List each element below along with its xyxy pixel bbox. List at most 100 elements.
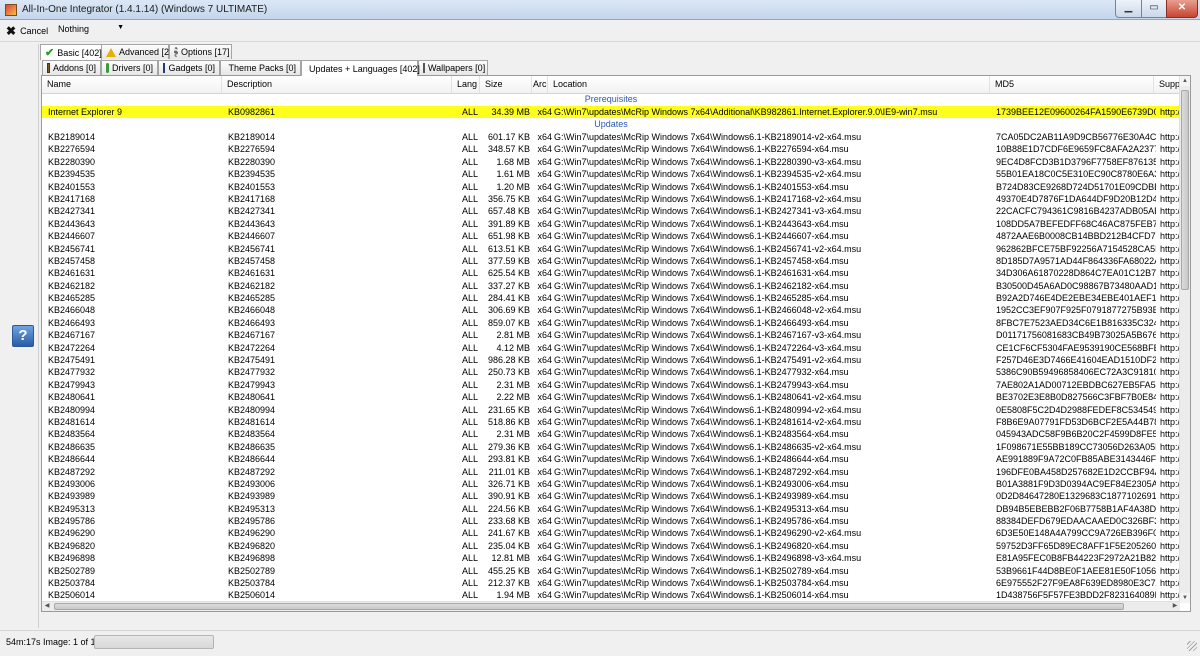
table-row[interactable]: KB2394535 KB2394535 ALL 1.61 MB x64 G:\Win7\u… — [42, 168, 1180, 180]
cancel-button[interactable]: ✖ Cancel — [6, 24, 48, 38]
table-row[interactable]: KB2481614 KB2481614 ALL 518.86 KB x64 G:\Win7… — [42, 416, 1180, 428]
close-button[interactable]: ✕ — [1166, 0, 1198, 18]
table-row[interactable]: KB2493006 KB2493006 ALL 326.71 KB x64 G:\Win7… — [42, 478, 1180, 490]
cell-location: G:\Win7\updates\McRip Windows 7x64\Windo… — [554, 540, 849, 551]
tab-theme-packs[interactable]: Theme Packs [0] — [220, 60, 301, 75]
table-row[interactable]: KB2479943 KB2479943 ALL 2.31 MB x64 G:\Win7\u… — [42, 379, 1180, 391]
table-row[interactable]: KB2496820 KB2496820 ALL 235.04 KB x64 G:\Win7… — [42, 540, 1180, 552]
cell-md5: 9EC4D8FCD3B1D3796F7758EF8761357C — [996, 156, 1156, 167]
table-row[interactable]: KB2461631 KB2461631 ALL 625.54 KB x64 G:\Win7… — [42, 267, 1180, 279]
table-row[interactable]: KB2487292 KB2487292 ALL 211.01 KB x64 G:\Win7… — [42, 466, 1180, 478]
cell-support: http:// — [1160, 379, 1180, 390]
resize-grip-icon[interactable] — [1187, 641, 1197, 651]
table-row[interactable]: KB2480641 KB2480641 ALL 2.22 MB x64 G:\Win7\u… — [42, 391, 1180, 403]
cell-support: http:// — [1160, 131, 1180, 142]
column-header-arc[interactable]: Arc — [528, 76, 548, 93]
table-row[interactable]: KB2456741 KB2456741 ALL 613.51 KB x64 G:\Win7… — [42, 243, 1180, 255]
cell-lang: ALL — [461, 243, 478, 254]
tab-gadgets[interactable]: Gadgets [0] — [158, 60, 220, 75]
table-row[interactable]: KB2457458 KB2457458 ALL 377.59 KB x64 G:\Win7… — [42, 255, 1180, 267]
cell-size: 279.36 KB — [487, 441, 530, 452]
tab-updates-languages[interactable]: Updates + Languages [402] — [301, 60, 420, 76]
cell-name: KB2479943 — [48, 379, 96, 390]
vertical-scrollbar[interactable]: ▲ ▼ — [1179, 76, 1190, 603]
cell-name: KB2495786 — [48, 516, 96, 527]
table-row[interactable]: Internet Explorer 9 KB0982861 ALL 34.39 MB x… — [42, 105, 1180, 119]
table-row[interactable]: KB2493989 KB2493989 ALL 390.91 KB x64 G:\Win7… — [42, 490, 1180, 502]
column-header-lang[interactable]: Lang — [452, 76, 480, 93]
table-row[interactable]: KB2502789 KB2502789 ALL 455.25 KB x64 G:\Win7… — [42, 565, 1180, 577]
table-row[interactable]: KB2466048 KB2466048 ALL 306.69 KB x64 G:\Win7… — [42, 304, 1180, 316]
table-row[interactable]: KB2462182 KB2462182 ALL 337.27 KB x64 G:\Win7… — [42, 280, 1180, 292]
column-header-size[interactable]: Size — [480, 76, 532, 93]
table-row[interactable]: KB2443643 KB2443643 ALL 391.89 KB x64 G:\Win7… — [42, 218, 1180, 230]
cell-lang: ALL — [461, 416, 478, 427]
table-row[interactable]: KB2506014 KB2506014 ALL 1.94 MB x64 G:\Win7\u… — [42, 589, 1180, 601]
table-row[interactable]: KB2472264 KB2472264 ALL 4.12 MB x64 G:\Win7\u… — [42, 342, 1180, 354]
column-header-name[interactable]: Name — [42, 76, 222, 93]
table-row[interactable]: KB2475491 KB2475491 ALL 986.28 KB x64 G:\Win7… — [42, 354, 1180, 366]
table-row[interactable]: KB2496898 KB2496898 ALL 12.81 MB x64 G:\Win7\… — [42, 552, 1180, 564]
table-row[interactable]: KB2496290 KB2496290 ALL 241.67 KB x64 G:\Win7… — [42, 527, 1180, 539]
table-row[interactable]: KB2495786 KB2495786 ALL 233.68 KB x64 G:\Win7… — [42, 515, 1180, 527]
cell-lang: ALL — [461, 355, 478, 366]
table-row[interactable]: KB2467167 KB2467167 ALL 2.81 MB x64 G:\Win7\u… — [42, 329, 1180, 341]
column-header-description[interactable]: Description — [222, 76, 452, 93]
tab-drivers[interactable]: Drivers [0] — [101, 60, 158, 75]
cell-size: 356.75 KB — [487, 193, 530, 204]
table-row[interactable]: KB2446607 KB2446607 ALL 651.98 KB x64 G:\Win7… — [42, 230, 1180, 242]
scroll-right-icon[interactable]: ▶ — [1170, 602, 1180, 611]
cell-md5: DB94B5EBEBB2F06B7758B1AF4A38DC3F — [996, 503, 1156, 514]
vertical-scroll-thumb[interactable] — [1181, 90, 1189, 290]
cell-location: G:\Win7\updates\McRip Windows 7x64\Windo… — [554, 268, 849, 279]
table-row[interactable]: KB2486644 KB2486644 ALL 293.81 KB x64 G:\Win7… — [42, 453, 1180, 465]
horizontal-scrollbar[interactable]: ◀ ▶ — [42, 601, 1180, 611]
tab-basic[interactable]: ✔ Basic [402] — [40, 44, 102, 60]
cell-location: G:\Win7\updates\McRip Windows 7x64\Windo… — [554, 367, 849, 378]
table-row[interactable]: KB2480994 KB2480994 ALL 231.65 KB x64 G:\Win7… — [42, 404, 1180, 416]
cell-md5: 55B01EA18C0C5E310EC90C8780E6A34F — [996, 169, 1156, 180]
table-row[interactable]: KB2465285 KB2465285 ALL 284.41 KB x64 G:\Win7… — [42, 292, 1180, 304]
cell-location: G:\Win7\updates\McRip Windows 7x64\Windo… — [554, 169, 862, 180]
table-row[interactable]: KB2466493 KB2466493 ALL 859.07 KB x64 G:\Win7… — [42, 317, 1180, 329]
table-row[interactable]: KB2276594 KB2276594 ALL 348.57 KB x64 G:\Win7… — [42, 143, 1180, 155]
title-bar[interactable]: All-In-One Integrator (1.4.1.14) (Window… — [0, 0, 1200, 20]
column-header-location[interactable]: Location — [548, 76, 990, 93]
updates-grid[interactable]: Name Description Lang Size Arc Location … — [41, 75, 1191, 612]
table-row[interactable]: KB2483564 KB2483564 ALL 2.31 MB x64 G:\Win7\u… — [42, 428, 1180, 440]
cell-support: http:// — [1160, 231, 1180, 242]
tab-options[interactable]: Options [17] — [169, 44, 232, 59]
cell-size: 1.61 MB — [496, 169, 530, 180]
column-header-md5[interactable]: MD5 — [990, 76, 1154, 93]
cell-lang: ALL — [461, 429, 478, 440]
horizontal-scroll-thumb[interactable] — [54, 603, 1124, 610]
help-icon[interactable]: ? — [12, 325, 34, 347]
cell-location: G:\Win7\updates\McRip Windows 7x64\Windo… — [554, 330, 862, 341]
tab-addons[interactable]: Addons [0] — [42, 60, 101, 75]
cell-size: 601.17 KB — [487, 131, 530, 142]
table-row[interactable]: KB2486635 KB2486635 ALL 279.36 KB x64 G:\Win7… — [42, 441, 1180, 453]
cell-lang: ALL — [461, 590, 478, 601]
cell-description: KB2480641 — [228, 392, 276, 403]
table-row[interactable]: KB2427341 KB2427341 ALL 657.48 KB x64 G:\Win7… — [42, 205, 1180, 217]
cell-md5: 8FBC7E7523AED34C6E1B816335C3248F — [996, 317, 1156, 328]
scroll-up-icon[interactable]: ▲ — [1180, 76, 1190, 86]
scroll-left-icon[interactable]: ◀ — [42, 602, 52, 611]
table-row[interactable]: KB2477932 KB2477932 ALL 250.73 KB x64 G:\Win7… — [42, 366, 1180, 378]
table-row[interactable]: KB2417168 KB2417168 ALL 356.75 KB x64 G:\Win7… — [42, 193, 1180, 205]
minimize-button[interactable]: ▁ — [1115, 0, 1142, 18]
table-row[interactable]: KB2495313 KB2495313 ALL 224.56 KB x64 G:\Win7… — [42, 503, 1180, 515]
table-row[interactable]: KB2401553 KB2401553 ALL 1.20 MB x64 G:\Win7\u… — [42, 181, 1180, 193]
table-row[interactable]: KB2189014 KB2189014 ALL 601.17 KB x64 G:\Win7… — [42, 131, 1180, 143]
scroll-down-icon[interactable]: ▼ — [1180, 593, 1190, 603]
cell-location: G:\Win7\updates\McRip Windows 7x64\Windo… — [554, 181, 849, 192]
mode-dropdown[interactable]: Nothing ▼ — [58, 24, 128, 38]
table-row[interactable]: KB2280390 KB2280390 ALL 1.68 MB x64 G:\Win7\u… — [42, 156, 1180, 168]
table-row[interactable]: KB2503784 KB2503784 ALL 212.37 KB x64 G:\Win7… — [42, 577, 1180, 589]
tab-advanced[interactable]: Advanced [2] — [101, 44, 172, 59]
cell-support: http:// — [1160, 565, 1180, 576]
maximize-button[interactable]: ▭ — [1141, 0, 1167, 18]
cell-name: KB2477932 — [48, 367, 96, 378]
tab-wallpapers[interactable]: Wallpapers [0] — [418, 60, 488, 75]
cell-size: 613.51 KB — [487, 243, 530, 254]
